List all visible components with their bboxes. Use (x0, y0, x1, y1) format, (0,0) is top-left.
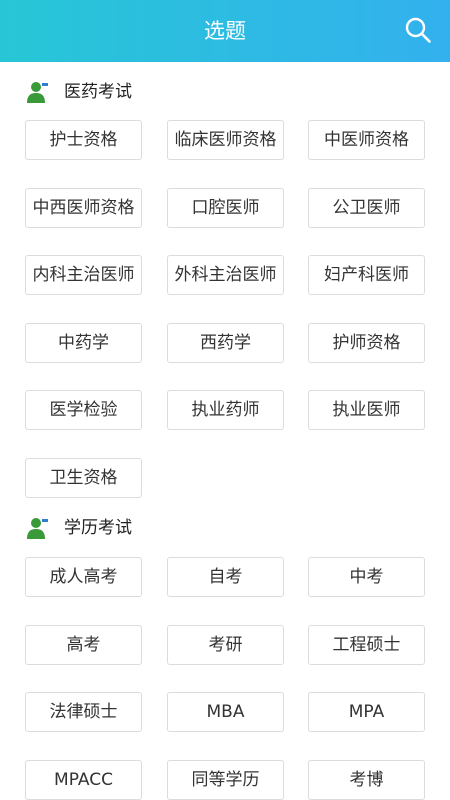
section-header: 医药考试 (0, 72, 450, 112)
person-icon (27, 82, 48, 103)
section-title: 学历考试 (64, 518, 132, 538)
category-button[interactable]: 工程硕士 (308, 625, 425, 665)
category-button[interactable]: 临床医师资格 (167, 120, 284, 160)
category-button[interactable]: 口腔医师 (167, 188, 284, 228)
category-button[interactable]: 卫生资格 (25, 458, 142, 498)
category-button[interactable]: 自考 (167, 557, 284, 597)
category-button[interactable]: MBA (167, 692, 284, 732)
category-button[interactable]: 成人高考 (25, 557, 142, 597)
category-button[interactable]: 高考 (25, 625, 142, 665)
category-button[interactable]: 中考 (308, 557, 425, 597)
category-button[interactable]: 医学检验 (25, 390, 142, 430)
category-button[interactable]: 西药学 (167, 323, 284, 363)
page-title: 选题 (204, 19, 246, 43)
section-title: 医药考试 (64, 82, 132, 102)
category-button[interactable]: 公卫医师 (308, 188, 425, 228)
category-button[interactable]: MPA (308, 692, 425, 732)
search-icon (405, 17, 431, 43)
category-button[interactable]: 中药学 (25, 323, 142, 363)
category-button[interactable]: 妇产科医师 (308, 255, 425, 295)
app-header: 选题 (0, 0, 450, 62)
category-button[interactable]: 法律硕士 (25, 692, 142, 732)
category-button[interactable]: 外科主治医师 (167, 255, 284, 295)
section-education: 学历考试 成人高考 自考 中考 高考 考研 工程硕士 法律硕士 MBA MPA … (0, 508, 450, 800)
category-button[interactable]: MPACC (25, 760, 142, 800)
section-header: 学历考试 (0, 508, 450, 548)
category-button[interactable]: 考博 (308, 760, 425, 800)
search-button[interactable] (404, 16, 432, 44)
category-button[interactable]: 中西医师资格 (25, 188, 142, 228)
section-medical: 医药考试 护士资格 临床医师资格 中医师资格 中西医师资格 口腔医师 公卫医师 … (0, 72, 450, 498)
category-button[interactable]: 中医师资格 (308, 120, 425, 160)
category-button[interactable]: 内科主治医师 (25, 255, 142, 295)
category-button[interactable]: 执业药师 (167, 390, 284, 430)
category-button[interactable]: 考研 (167, 625, 284, 665)
person-icon (27, 518, 48, 539)
category-button[interactable]: 执业医师 (308, 390, 425, 430)
category-button[interactable]: 同等学历 (167, 760, 284, 800)
category-button[interactable]: 护师资格 (308, 323, 425, 363)
category-button[interactable]: 护士资格 (25, 120, 142, 160)
